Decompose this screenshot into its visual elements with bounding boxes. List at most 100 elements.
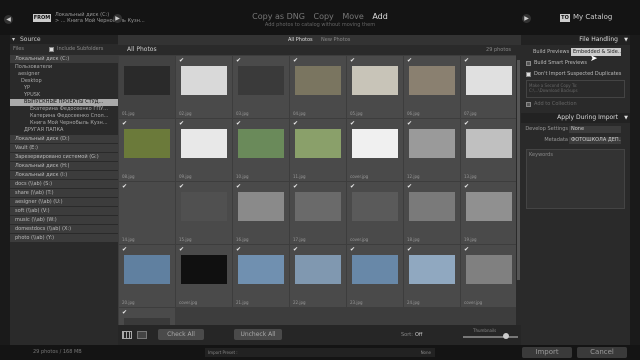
- photo-checkbox[interactable]: ✔: [464, 120, 469, 127]
- photo-cell[interactable]: ✔ 09.jpg: [176, 119, 232, 181]
- photo-thumbnail[interactable]: [181, 129, 227, 158]
- tree-item[interactable]: aesigner: [10, 71, 118, 78]
- photo-thumbnail[interactable]: [238, 255, 284, 284]
- photo-cell[interactable]: ✔ 22.jpg: [290, 245, 346, 307]
- photo-checkbox[interactable]: ✔: [236, 120, 241, 127]
- photo-checkbox[interactable]: ✔: [179, 120, 184, 127]
- option-add-to-collection[interactable]: Add to Collection: [521, 99, 630, 109]
- photo-thumbnail[interactable]: [466, 66, 512, 95]
- drive-item[interactable]: music (\\ab) (W:): [10, 216, 118, 224]
- photo-cell[interactable]: ✔ 24.jpg: [404, 245, 460, 307]
- photo-cell[interactable]: ✔ 13.jpg: [461, 119, 516, 181]
- cancel-button[interactable]: Cancel: [577, 347, 627, 358]
- photo-checkbox[interactable]: ✔: [350, 183, 355, 190]
- photo-checkbox[interactable]: ✔: [122, 309, 127, 316]
- photo-checkbox[interactable]: ✔: [236, 246, 241, 253]
- photo-cell[interactable]: ✔ 14.jpg: [119, 182, 175, 244]
- file-handling-header[interactable]: File Handling ▼: [521, 35, 630, 45]
- photo-thumbnail[interactable]: [466, 255, 512, 284]
- tab-new-photos[interactable]: New Photos: [321, 37, 350, 43]
- source-back-arrow-icon[interactable]: ◀: [4, 15, 13, 24]
- photo-thumbnail[interactable]: [295, 255, 341, 284]
- apply-during-import-header[interactable]: Apply During Import ▼: [521, 113, 630, 123]
- photo-cell[interactable]: ✔ 15.jpg: [176, 182, 232, 244]
- drive-item[interactable]: aesigner (\\ab) (U:): [10, 198, 118, 206]
- uncheck-all-button[interactable]: Uncheck All: [234, 329, 282, 340]
- photo-thumbnail[interactable]: [295, 129, 341, 158]
- photo-cell[interactable]: ✔ 20.jpg: [119, 245, 175, 307]
- photo-checkbox[interactable]: ✔: [407, 246, 412, 253]
- photo-cell[interactable]: ✔ 11.jpg: [290, 119, 346, 181]
- photo-cell[interactable]: 01.jpg: [119, 56, 175, 118]
- photo-thumbnail[interactable]: [238, 129, 284, 158]
- source-path[interactable]: Локальный диск (C:) > ... Книга Мой Черн…: [55, 12, 145, 24]
- check-all-button[interactable]: Check All: [158, 329, 204, 340]
- photo-checkbox[interactable]: ✔: [464, 246, 469, 253]
- photo-thumbnail[interactable]: [181, 255, 227, 284]
- drive-item[interactable]: Локальный диск (D:): [10, 135, 118, 143]
- tree-item[interactable]: ДРУГАЯ ПАПКА: [10, 127, 118, 134]
- drive-item[interactable]: docs (\\ab) (S:): [10, 180, 118, 188]
- photo-cell[interactable]: ✔ cover.jpg: [347, 182, 403, 244]
- drive-item[interactable]: domestdocs (\\ab) (X:): [10, 225, 118, 233]
- photo-cell[interactable]: ✔ 07.jpg: [461, 56, 516, 118]
- photo-thumbnail[interactable]: [409, 192, 455, 221]
- photo-checkbox[interactable]: ✔: [293, 57, 298, 64]
- tree-item[interactable]: YPUSK: [10, 92, 118, 99]
- photo-cell[interactable]: ✔ 03.jpg: [233, 56, 289, 118]
- photo-thumbnail[interactable]: [124, 318, 170, 325]
- photo-cell[interactable]: ✔ 08.jpg: [119, 119, 175, 181]
- photo-thumbnail[interactable]: [124, 255, 170, 284]
- photo-thumbnail[interactable]: [124, 192, 170, 221]
- photo-cell[interactable]: ✔ cover.jpg: [461, 245, 516, 307]
- photo-checkbox[interactable]: ✔: [293, 246, 298, 253]
- photo-checkbox[interactable]: ✔: [236, 57, 241, 64]
- drive-item[interactable]: Локальный диск (C:): [10, 55, 118, 63]
- drive-item[interactable]: Локальный диск (I:): [10, 171, 118, 179]
- photo-checkbox[interactable]: ✔: [179, 246, 184, 253]
- tree-item[interactable]: Пользователи: [10, 64, 118, 71]
- photo-checkbox[interactable]: ✔: [122, 120, 127, 127]
- photo-checkbox[interactable]: ✔: [179, 57, 184, 64]
- photo-thumbnail[interactable]: [181, 66, 227, 95]
- photo-checkbox[interactable]: ✔: [464, 57, 469, 64]
- import-button[interactable]: Import: [522, 347, 572, 358]
- scrollbar-thumb[interactable]: [517, 60, 520, 280]
- option-smart-previews[interactable]: Build Smart Previews: [521, 58, 630, 68]
- photo-cell[interactable]: ✔ 21.jpg: [233, 245, 289, 307]
- photo-checkbox[interactable]: ✔: [122, 246, 127, 253]
- photo-cell[interactable]: ✔ 05.jpg: [347, 56, 403, 118]
- drive-item[interactable]: photo (\\ab) (Y:): [10, 234, 118, 242]
- photo-thumbnail[interactable]: [352, 192, 398, 221]
- duplicates-checkbox[interactable]: [526, 71, 531, 77]
- source-forward-arrow-icon[interactable]: ▶: [113, 14, 122, 23]
- sort-select[interactable]: Off: [415, 332, 422, 338]
- tree-item[interactable]: Катерина Федосеенко Спол...: [10, 113, 118, 120]
- tree-item[interactable]: Desktop: [10, 78, 118, 85]
- photo-thumbnail[interactable]: [466, 129, 512, 158]
- keywords-field[interactable]: Keywords: [526, 149, 625, 209]
- photo-cell[interactable]: ✔ 02.jpg: [176, 56, 232, 118]
- mode-add[interactable]: Add: [372, 12, 388, 21]
- photo-thumbnail[interactable]: [352, 66, 398, 95]
- photo-checkbox[interactable]: ✔: [293, 120, 298, 127]
- photo-cell[interactable]: ✔ 16.jpg: [233, 182, 289, 244]
- import-preset-select[interactable]: Import Preset : None: [205, 348, 435, 357]
- photo-checkbox[interactable]: ✔: [407, 57, 412, 64]
- photo-thumbnail[interactable]: [352, 129, 398, 158]
- photo-cell[interactable]: ✔ 19.jpg: [461, 182, 516, 244]
- loupe-view-icon[interactable]: [137, 331, 147, 339]
- photo-checkbox[interactable]: ✔: [350, 57, 355, 64]
- photo-thumbnail[interactable]: [409, 66, 455, 95]
- mode-copy[interactable]: Copy: [314, 12, 334, 21]
- tree-item-selected[interactable]: ВЫПУСКНЫЕ ПРОЕКТЫ СТУД...: [10, 99, 118, 106]
- photo-checkbox[interactable]: ✔: [122, 183, 127, 190]
- photo-checkbox[interactable]: ✔: [350, 120, 355, 127]
- drive-item[interactable]: Локальный диск (H:): [10, 162, 118, 170]
- photo-cell[interactable]: ✔ 10.jpg: [233, 119, 289, 181]
- photo-thumbnail[interactable]: [295, 66, 341, 95]
- mode-copy-dng[interactable]: Copy as DNG: [252, 12, 305, 21]
- photo-checkbox[interactable]: ✔: [179, 183, 184, 190]
- grid-view-icon[interactable]: [122, 331, 132, 339]
- photo-cell[interactable]: ✔ cover.jpg: [176, 245, 232, 307]
